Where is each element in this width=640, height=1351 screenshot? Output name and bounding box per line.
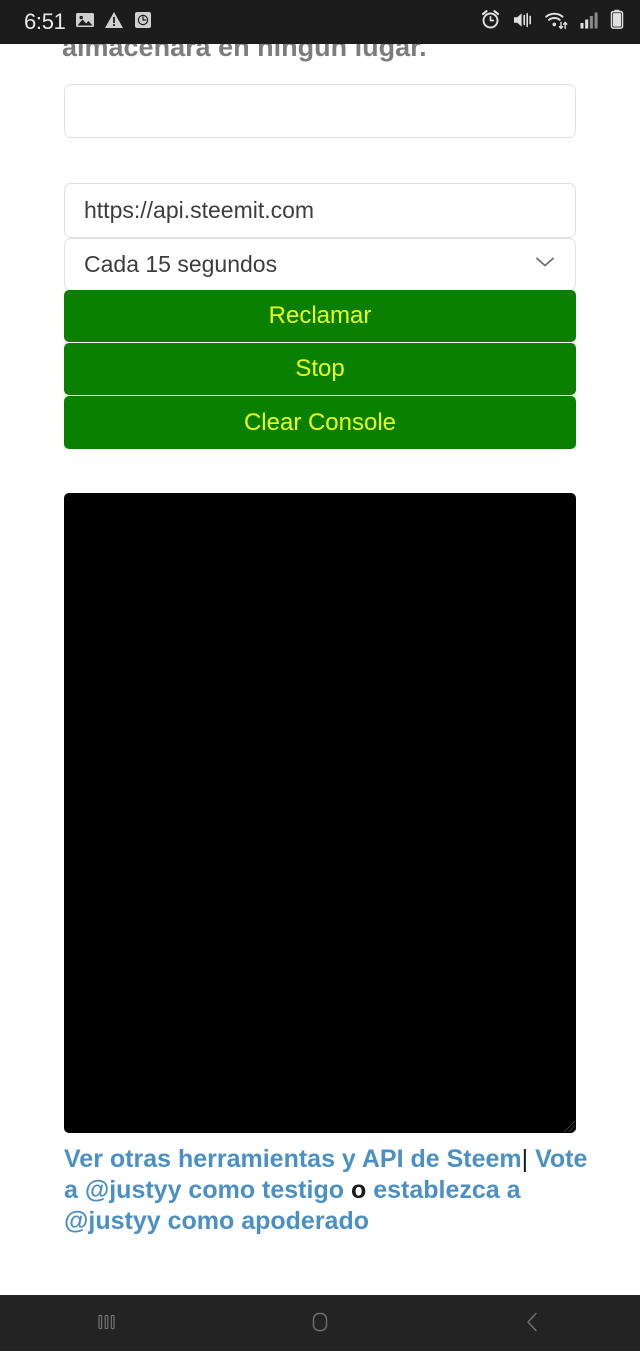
api-endpoint-input[interactable] [64, 183, 576, 238]
status-bar: 6:51 [0, 0, 640, 44]
image-icon [75, 10, 95, 35]
chevron-down-icon [534, 255, 556, 274]
stop-button[interactable]: Stop [64, 343, 576, 395]
warning-triangle-icon [104, 10, 124, 35]
status-bar-left: 6:51 [24, 10, 153, 35]
interval-select-label: Cada 15 segundos [84, 251, 278, 277]
battery-icon [610, 9, 624, 35]
console-output-textarea[interactable] [64, 493, 576, 1133]
back-button[interactable] [478, 1295, 588, 1351]
phone-screen: 6:51 almacenará en ningún lugar. https:/… [0, 0, 640, 1351]
footer-links: Ver otras herramientas y API de Steem| V… [64, 1144, 604, 1237]
cellular-signal-icon [580, 10, 599, 35]
timer-icon [133, 10, 153, 35]
interval-select[interactable]: Cada 15 segundos [64, 238, 576, 291]
wifi-data-transfer-icon [545, 10, 569, 35]
chevron-left-icon [518, 1307, 548, 1340]
footer-separator-pipe: | [521, 1145, 529, 1173]
footer-separator-or: o [350, 1176, 367, 1204]
status-bar-clock: 6:51 [24, 9, 66, 34]
recents-icon [92, 1307, 122, 1340]
footer-link-tools[interactable]: Ver otras herramientas y API de Steem [64, 1145, 522, 1173]
intro-text: almacenará en ningún lugar. [62, 44, 427, 62]
clear-console-button[interactable]: Clear Console [64, 396, 576, 449]
status-bar-right [480, 9, 624, 35]
claim-button[interactable]: Reclamar [64, 290, 576, 342]
home-icon [305, 1307, 335, 1340]
private-key-input[interactable] [64, 84, 576, 138]
web-page-content: almacenará en ningún lugar. Cada 15 segu… [0, 44, 640, 1295]
android-navigation-bar [0, 1295, 640, 1351]
home-button[interactable] [265, 1295, 375, 1351]
recents-button[interactable] [52, 1295, 162, 1351]
alarm-clock-icon [480, 9, 501, 35]
volume-mute-vibrate-icon [512, 10, 534, 35]
